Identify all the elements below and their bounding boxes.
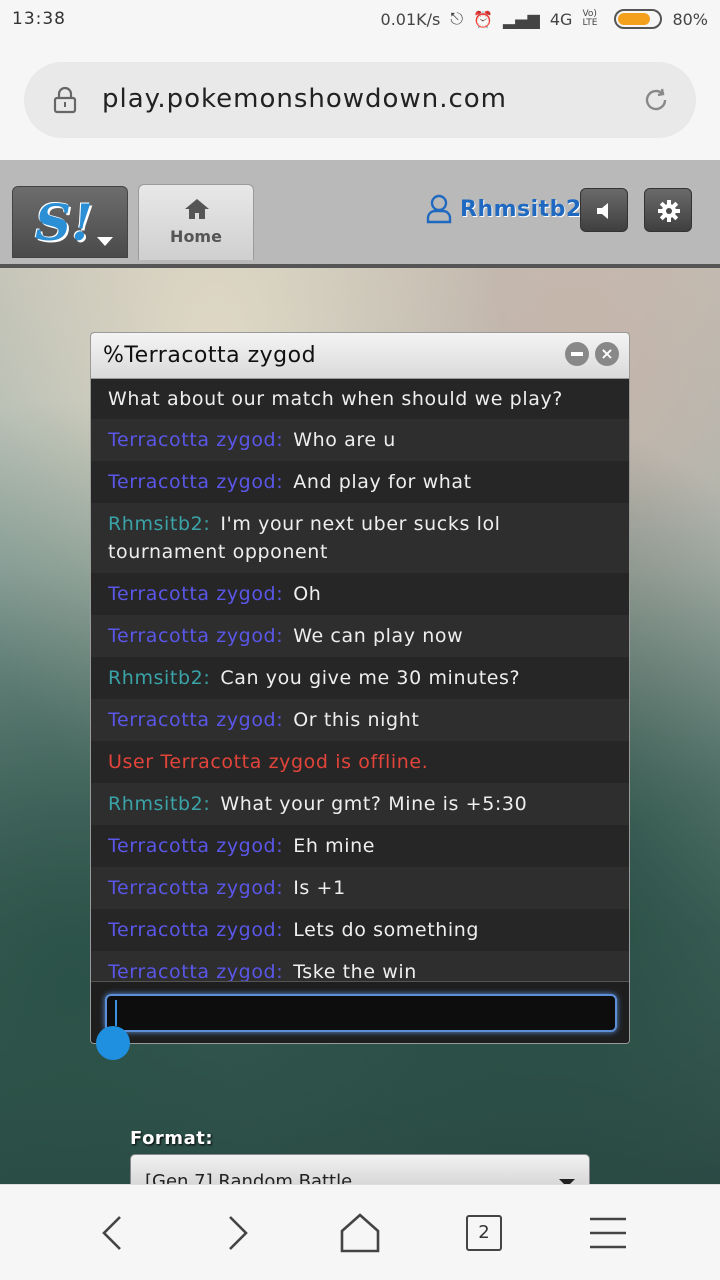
speaker-icon bbox=[597, 203, 608, 219]
message-text: What about our match when should we play… bbox=[108, 388, 563, 410]
main-menu-button[interactable]: S! bbox=[12, 186, 128, 258]
chat-message: What about our match when should we play… bbox=[91, 379, 629, 419]
network-type: 4G bbox=[549, 9, 573, 29]
message-text: Can you give me 30 minutes? bbox=[220, 667, 521, 689]
chat-message: Rhmsitb2: I'm your next uber sucks lol to… bbox=[91, 503, 629, 573]
message-user[interactable]: Terracotta zygod: bbox=[108, 835, 283, 857]
message-user[interactable]: Rhmsitb2: bbox=[108, 667, 210, 689]
forward-icon[interactable] bbox=[212, 1211, 260, 1255]
message-text: We can play now bbox=[293, 625, 464, 647]
text-cursor bbox=[115, 1000, 117, 1026]
message-text: Eh mine bbox=[293, 835, 376, 857]
message-user[interactable]: Terracotta zygod: bbox=[108, 919, 283, 941]
chat-message: Terracotta zygod: Lets do something bbox=[91, 909, 629, 951]
battery-percent: 80% bbox=[672, 9, 708, 29]
message-text: User Terracotta zygod is offline. bbox=[108, 751, 429, 773]
pm-log: What about our match when should we play… bbox=[91, 379, 629, 981]
minimize-icon[interactable] bbox=[565, 342, 589, 366]
message-text: Lets do something bbox=[293, 919, 480, 941]
url-text[interactable]: play.pokemonshowdown.com bbox=[102, 84, 507, 114]
username: Rhmsitb2 bbox=[460, 196, 582, 222]
message-text: What your gmt? Mine is +5:30 bbox=[220, 793, 528, 815]
message-user[interactable]: Terracotta zygod: bbox=[108, 877, 283, 899]
message-text: Who are u bbox=[293, 429, 396, 451]
net-speed: 0.01K/s bbox=[380, 9, 441, 29]
chat-message: Terracotta zygod: Tske the win bbox=[91, 951, 629, 981]
sound-button[interactable] bbox=[580, 188, 628, 232]
format-value: [Gen 7] Random Battle bbox=[145, 1171, 353, 1184]
volte-icon: Vo) LTE bbox=[582, 9, 598, 28]
signal-icon: ▂▄▆ bbox=[502, 9, 540, 29]
message-user[interactable]: Terracotta zygod: bbox=[108, 625, 283, 647]
format-label: Format: bbox=[130, 1128, 214, 1149]
message-user[interactable]: Terracotta zygod: bbox=[108, 583, 283, 605]
tab-home-label: Home bbox=[170, 227, 222, 246]
message-user[interactable]: Rhmsitb2: bbox=[108, 793, 210, 815]
status-time: 13:38 bbox=[12, 9, 66, 29]
message-text: Or this night bbox=[293, 709, 420, 731]
message-text: And play for what bbox=[293, 471, 472, 493]
chat-message: Terracotta zygod: Who are u bbox=[91, 419, 629, 461]
menu-icon[interactable] bbox=[584, 1211, 632, 1255]
message-user[interactable]: Terracotta zygod: bbox=[108, 429, 283, 451]
site-header: S! Home Rhmsitb2 bbox=[0, 160, 720, 268]
showdown-page: S! Home Rhmsitb2 %Terracotta zygod × Wha… bbox=[0, 160, 720, 1184]
showdown-logo: S! bbox=[35, 193, 94, 252]
reload-icon[interactable] bbox=[642, 86, 670, 114]
gear-icon bbox=[658, 200, 680, 222]
back-icon[interactable] bbox=[90, 1211, 138, 1255]
pm-header[interactable]: %Terracotta zygod × bbox=[91, 333, 629, 379]
text-selection-handle[interactable] bbox=[96, 1026, 130, 1060]
alarm-icon: ⏰ bbox=[473, 9, 493, 29]
battery-fill bbox=[618, 13, 651, 25]
mute-icon: ⎋ bbox=[450, 9, 464, 28]
user-menu[interactable]: Rhmsitb2 bbox=[426, 194, 582, 224]
format-select[interactable]: [Gen 7] Random Battle bbox=[130, 1154, 590, 1184]
status-icons: 0.01K/s ⎋ ⏰ ▂▄▆ 4G Vo) LTE 80% bbox=[381, 9, 708, 29]
settings-button[interactable] bbox=[644, 188, 692, 232]
message-user[interactable]: Rhmsitb2: bbox=[108, 513, 210, 535]
pm-input-area bbox=[91, 981, 629, 1043]
chat-message: Terracotta zygod: Is +1 bbox=[91, 867, 629, 909]
message-user[interactable]: Terracotta zygod: bbox=[108, 709, 283, 731]
home-nav-icon[interactable] bbox=[336, 1211, 384, 1255]
tab-count: 2 bbox=[466, 1215, 502, 1251]
message-user[interactable]: Terracotta zygod: bbox=[108, 471, 283, 493]
message-input[interactable] bbox=[105, 994, 617, 1032]
caret-down-icon bbox=[97, 237, 113, 246]
battery-icon bbox=[614, 9, 663, 29]
chat-message: Terracotta zygod: Oh bbox=[91, 573, 629, 615]
pm-title: %Terracotta zygod bbox=[103, 343, 317, 368]
address-bar[interactable]: play.pokemonshowdown.com bbox=[24, 62, 696, 138]
message-text: Is +1 bbox=[293, 877, 346, 899]
user-icon bbox=[426, 194, 452, 224]
system-message: User Terracotta zygod is offline. bbox=[91, 741, 629, 783]
pm-window: %Terracotta zygod × What about our match… bbox=[90, 332, 630, 1044]
browser-bottom-nav: 2 bbox=[0, 1184, 720, 1280]
tabs-button[interactable]: 2 bbox=[460, 1211, 508, 1255]
chat-message: Rhmsitb2: Can you give me 30 minutes? bbox=[91, 657, 629, 699]
message-user[interactable]: Terracotta zygod: bbox=[108, 961, 283, 981]
tab-home[interactable]: Home bbox=[138, 184, 254, 260]
chat-message: Terracotta zygod: And play for what bbox=[91, 461, 629, 503]
lock-icon bbox=[53, 86, 77, 114]
close-icon[interactable]: × bbox=[595, 342, 619, 366]
chat-message: Terracotta zygod: Eh mine bbox=[91, 825, 629, 867]
message-text: Oh bbox=[293, 583, 322, 605]
home-icon bbox=[185, 199, 209, 219]
chat-message: Terracotta zygod: We can play now bbox=[91, 615, 629, 657]
message-text: Tske the win bbox=[293, 961, 417, 981]
browser-toolbar: play.pokemonshowdown.com bbox=[0, 40, 720, 160]
chat-message: Terracotta zygod: Or this night bbox=[91, 699, 629, 741]
chat-message: Rhmsitb2: What your gmt? Mine is +5:30 bbox=[91, 783, 629, 825]
status-bar: 13:38 0.01K/s ⎋ ⏰ ▂▄▆ 4G Vo) LTE 80% bbox=[0, 0, 720, 40]
